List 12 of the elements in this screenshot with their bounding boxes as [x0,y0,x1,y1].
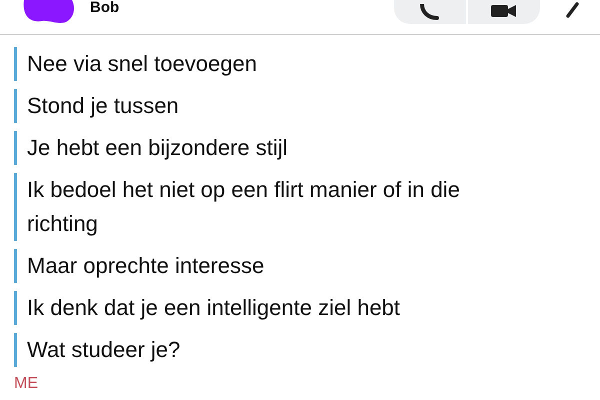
chevron-icon[interactable] [564,0,580,18]
sender-label: ME [13,375,39,393]
chat-message: Maar oprechte interesse [14,249,497,283]
chat-message: Wat studeer je? [14,333,497,367]
phone-icon [419,4,441,20]
chat-message: Je hebt een bijzondere stijl [14,131,497,165]
video-camera-icon [491,5,517,19]
chat-message: Ik bedoel het niet op een flirt manier of in die richting [14,173,497,241]
chat-message: Ik denk dat je een intelligente ziel hebt [14,291,497,325]
contact-name: Bob [90,0,120,15]
chat-message: Nee via snel toevoegen [14,47,497,81]
chat-message: Stond je tussen [14,89,497,123]
